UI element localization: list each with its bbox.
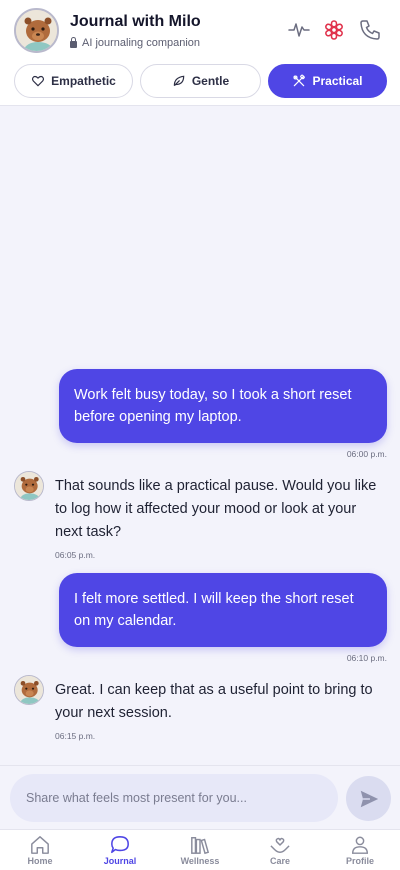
person-icon	[351, 836, 369, 854]
phone-icon[interactable]	[358, 18, 382, 42]
nav-label: Care	[269, 856, 290, 866]
mode-label: Empathetic	[51, 74, 116, 88]
bottom-nav: Home Journal Wellness Care Profile	[0, 829, 400, 870]
books-icon	[191, 837, 210, 855]
subtitle: AI journaling companion	[70, 36, 201, 49]
message-time: 06:10 p.m.	[346, 653, 387, 663]
milo-avatar	[14, 8, 59, 53]
home-icon	[31, 836, 49, 854]
page-title: Journal with Milo	[70, 13, 201, 30]
send-icon	[360, 790, 378, 807]
nav-label: Wellness	[180, 856, 220, 866]
tools-icon	[293, 74, 306, 87]
activity-icon[interactable]	[287, 18, 311, 42]
care-hands-icon	[270, 837, 290, 853]
message-time: 06:15 p.m.	[55, 731, 96, 741]
chat-icon	[111, 836, 129, 854]
nav-item-home[interactable]: Home	[0, 830, 80, 870]
nav-item-care[interactable]: Care	[240, 830, 320, 870]
composer	[0, 765, 400, 829]
subtitle-text: AI journaling companion	[82, 37, 201, 49]
bot-avatar	[14, 471, 44, 501]
mode-label: Gentle	[191, 74, 230, 88]
user-message: I felt more settled. I will keep the sho…	[59, 573, 387, 647]
app-header: Journal with Milo AI journaling companio…	[0, 0, 400, 106]
bot-message: Great. I can keep that as a useful point…	[55, 682, 373, 721]
send-button[interactable]	[346, 776, 391, 821]
mode-gentle-button[interactable]: Gentle	[140, 64, 261, 98]
nav-label: Profile	[345, 856, 374, 866]
mode-practical-button[interactable]: Practical	[268, 64, 387, 98]
nav-item-journal[interactable]: Journal	[80, 830, 160, 870]
lock-icon	[70, 36, 77, 48]
leaf-icon	[173, 75, 185, 87]
nav-label: Home	[27, 856, 53, 866]
bot-message: That sounds like a practical pause. Woul…	[55, 478, 377, 540]
asterisk-icon[interactable]	[322, 18, 346, 42]
nav-item-wellness[interactable]: Wellness	[160, 830, 240, 870]
mode-label: Practical	[312, 74, 363, 88]
message-time: 06:00 p.m.	[346, 449, 387, 459]
nav-label: Journal	[103, 856, 137, 866]
nav-item-profile[interactable]: Profile	[320, 830, 400, 870]
heart-icon	[32, 75, 45, 87]
message-input[interactable]	[10, 774, 338, 822]
user-message: Work felt busy today, so I took a short …	[59, 369, 387, 443]
mode-empathetic-button[interactable]: Empathetic	[14, 64, 133, 98]
message-time: 06:05 p.m.	[55, 550, 96, 560]
bot-avatar	[14, 675, 44, 705]
mode-selector: Empathetic Gentle Practical	[14, 64, 387, 98]
